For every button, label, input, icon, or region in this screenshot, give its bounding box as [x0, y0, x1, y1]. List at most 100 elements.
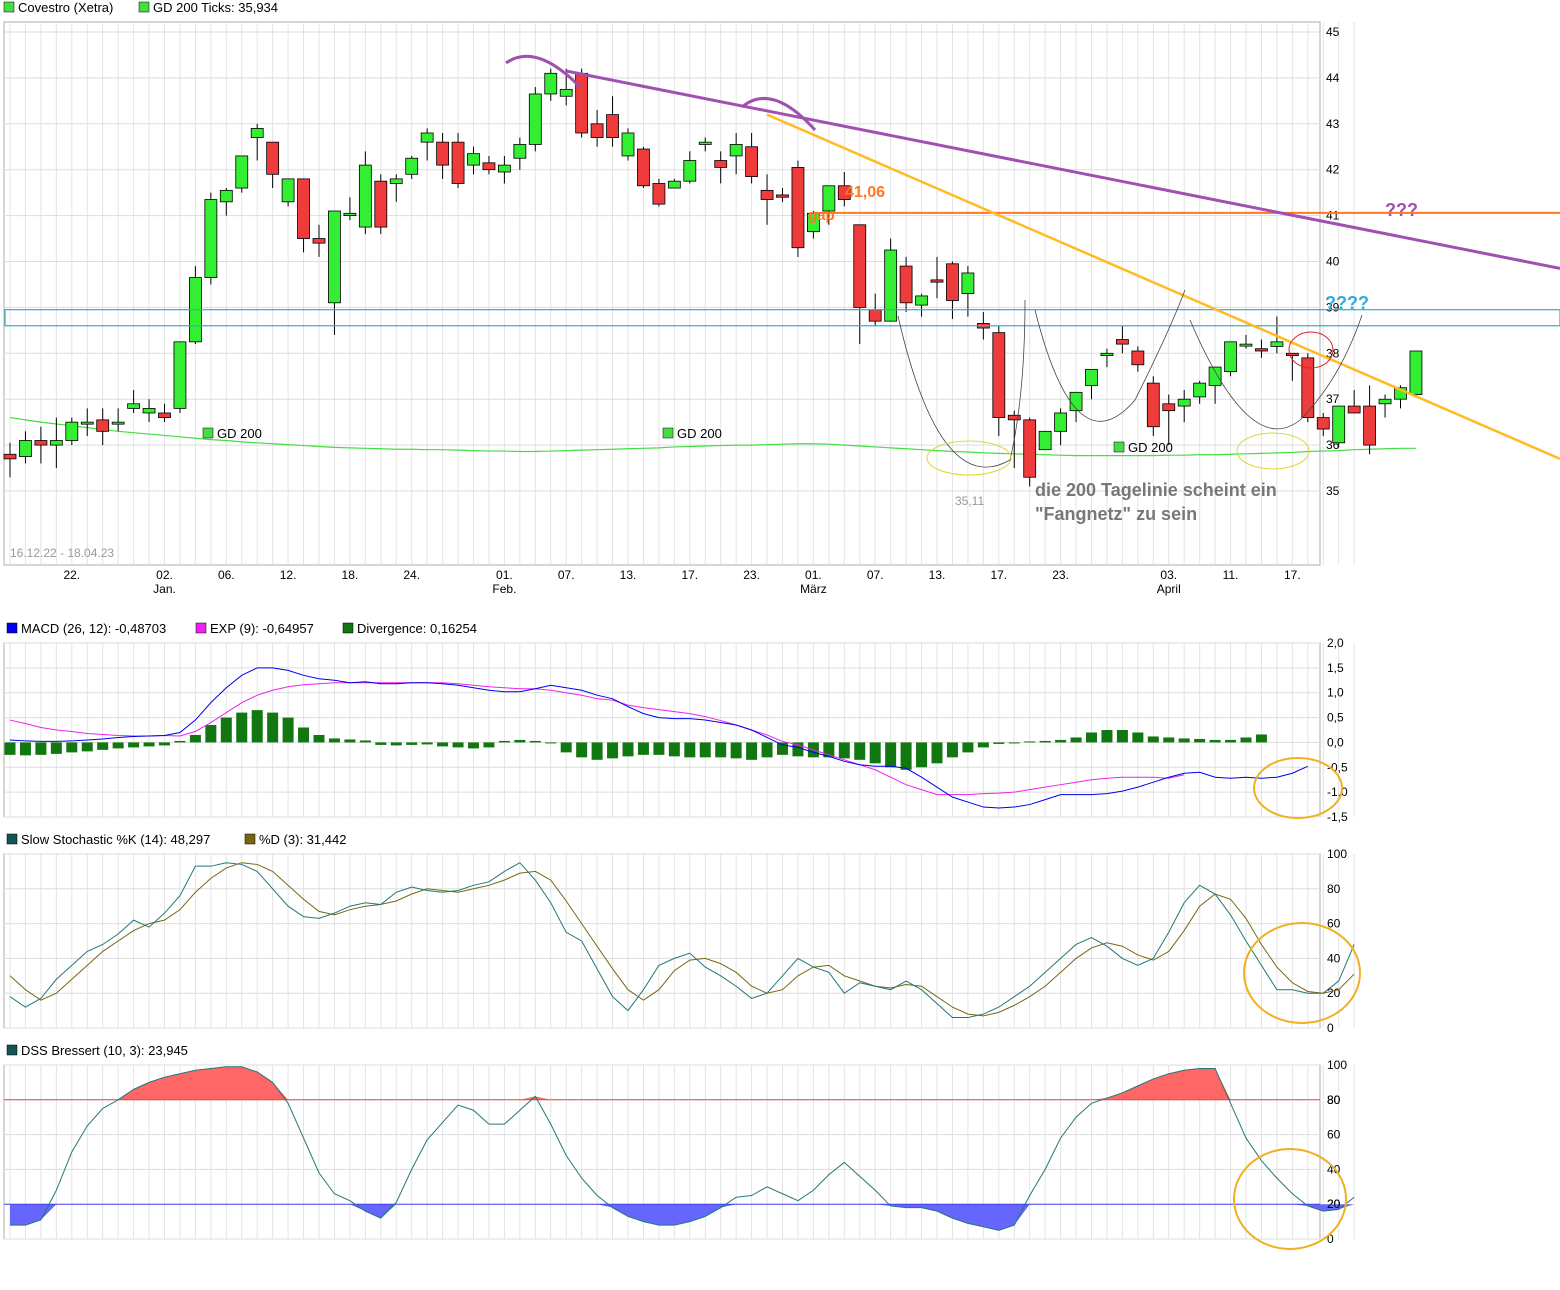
candle: [637, 146, 650, 189]
candle-body: [3, 453, 17, 460]
candle-body: [1316, 417, 1330, 430]
macd-divergence-bar: [900, 742, 912, 770]
stoch-y-tick: 40: [1327, 951, 1341, 965]
price-x-tick: 06.: [218, 568, 235, 582]
price-x-tick: 13.: [929, 568, 946, 582]
macd-divergence-bar: [637, 742, 649, 755]
legend-swatch-d: [244, 833, 256, 845]
macd-divergence-bar: [437, 742, 449, 747]
macd-divergence-bar: [81, 742, 93, 752]
candle-body: [1100, 352, 1114, 356]
price-x-tick: 01.: [496, 568, 513, 582]
candle-body: [621, 132, 635, 157]
candle-body: [34, 440, 48, 446]
candle-body: [65, 421, 79, 441]
candle-body: [683, 160, 697, 182]
candle-body: [745, 146, 758, 177]
candle-body: [528, 93, 542, 145]
candle-body: [158, 412, 171, 418]
macd-divergence-bar: [390, 742, 402, 746]
candle-body: [420, 132, 434, 143]
candle: [374, 174, 388, 234]
macd-divergence-bar: [359, 740, 371, 743]
macd-divergence-bar: [483, 742, 495, 748]
legend-swatch-k: [6, 833, 18, 845]
legend-label-covestro: Covestro (Xetra): [18, 0, 113, 15]
candle-body: [80, 421, 94, 425]
candle-body: [173, 341, 187, 409]
candle: [188, 266, 202, 345]
macd-divergence-bar: [854, 742, 866, 760]
candle-body: [1409, 350, 1423, 396]
legend-swatch-exp: [195, 622, 207, 634]
macd-divergence-bar: [1194, 738, 1206, 743]
candle: [1378, 394, 1392, 418]
legend-label-dss: DSS Bressert (10, 3): 23,945: [21, 1043, 188, 1058]
candle-body: [714, 160, 728, 168]
macd-divergence-bar: [328, 738, 340, 743]
price-panel: 353637383940414243444522. 02. 06. 12. 18. 24.…: [3, 21, 1423, 596]
macd-divergence-bar: [421, 742, 433, 745]
price-x-tick: 22.: [63, 568, 80, 582]
macd-divergence-bar: [529, 740, 541, 743]
candle-body: [637, 148, 650, 187]
candle: [1347, 390, 1361, 414]
gd200-tag-label: GD 200: [1128, 440, 1173, 455]
date-range-label: 16.12.22 - 18.04.23: [10, 546, 114, 560]
candle-body: [1285, 352, 1299, 356]
macd-divergence-bar: [1209, 739, 1221, 743]
candle-body: [961, 272, 975, 295]
candle-body: [652, 183, 666, 205]
candle-body: [760, 189, 774, 200]
macd-divergence-bar: [313, 734, 325, 743]
note-line-2: "Fangnetz" zu sein: [1035, 504, 1197, 524]
macd-divergence-bar: [1116, 730, 1128, 743]
price-y-tick: 41: [1326, 209, 1340, 223]
candle-body: [497, 164, 511, 173]
macd-divergence-bar: [267, 712, 279, 743]
candle-body: [868, 309, 882, 322]
macd-divergence-bar: [1070, 737, 1082, 743]
candle-body: [328, 210, 341, 304]
macd-divergence-bar: [159, 742, 170, 746]
candle-body: [884, 249, 898, 322]
stoch-y-tick: 0: [1327, 1021, 1334, 1035]
macd-divergence-bar: [406, 742, 418, 745]
macd-divergence-bar: [668, 742, 680, 757]
macd-divergence-bar: [1163, 737, 1175, 743]
macd-divergence-bar: [514, 739, 526, 743]
candle-body: [1347, 405, 1361, 414]
candle-body: [96, 419, 110, 432]
gap-annotation: gap: [808, 207, 835, 224]
candle-body: [467, 153, 480, 166]
macd-divergence-bar: [591, 742, 603, 760]
candle-body: [1007, 414, 1021, 421]
candle-body: [1193, 382, 1207, 398]
macd-divergence-bar: [452, 742, 464, 748]
candle-body: [559, 88, 573, 97]
price-x-tick: 01.: [805, 568, 822, 582]
candle-body: [127, 403, 140, 409]
candle-body: [1038, 430, 1052, 451]
candle-body: [405, 157, 419, 175]
legend-label-k: Slow Stochastic %K (14): 48,297: [21, 832, 210, 847]
candle-body: [1224, 341, 1237, 373]
candle-body: [853, 224, 867, 308]
macd-y-tick: 0,0: [1327, 735, 1344, 749]
macd-divergence-bar: [66, 742, 78, 753]
macd-divergence-bar: [4, 742, 16, 755]
price-y-tick: 37: [1326, 392, 1340, 406]
candle: [575, 68, 589, 138]
price-x-tick: 07.: [558, 568, 575, 582]
gd200-tag-label: GD 200: [217, 426, 262, 441]
dss-80-tag: 80: [1327, 1093, 1341, 1107]
macd-divergence-bar: [143, 742, 155, 747]
legend-label-exp: EXP (9): -0,64957: [210, 621, 314, 636]
main-legend: Covestro (Xetra) GD 200 Ticks: 35,934: [3, 0, 278, 15]
note-line-1: die 200 Tagelinie scheint ein: [1035, 480, 1277, 500]
dss-y-tick: 100: [1327, 1058, 1347, 1072]
candle-body: [1363, 405, 1376, 446]
candle: [1332, 405, 1346, 448]
macd-divergence-bar: [838, 742, 850, 759]
macd-divergence-bar: [1225, 739, 1237, 743]
